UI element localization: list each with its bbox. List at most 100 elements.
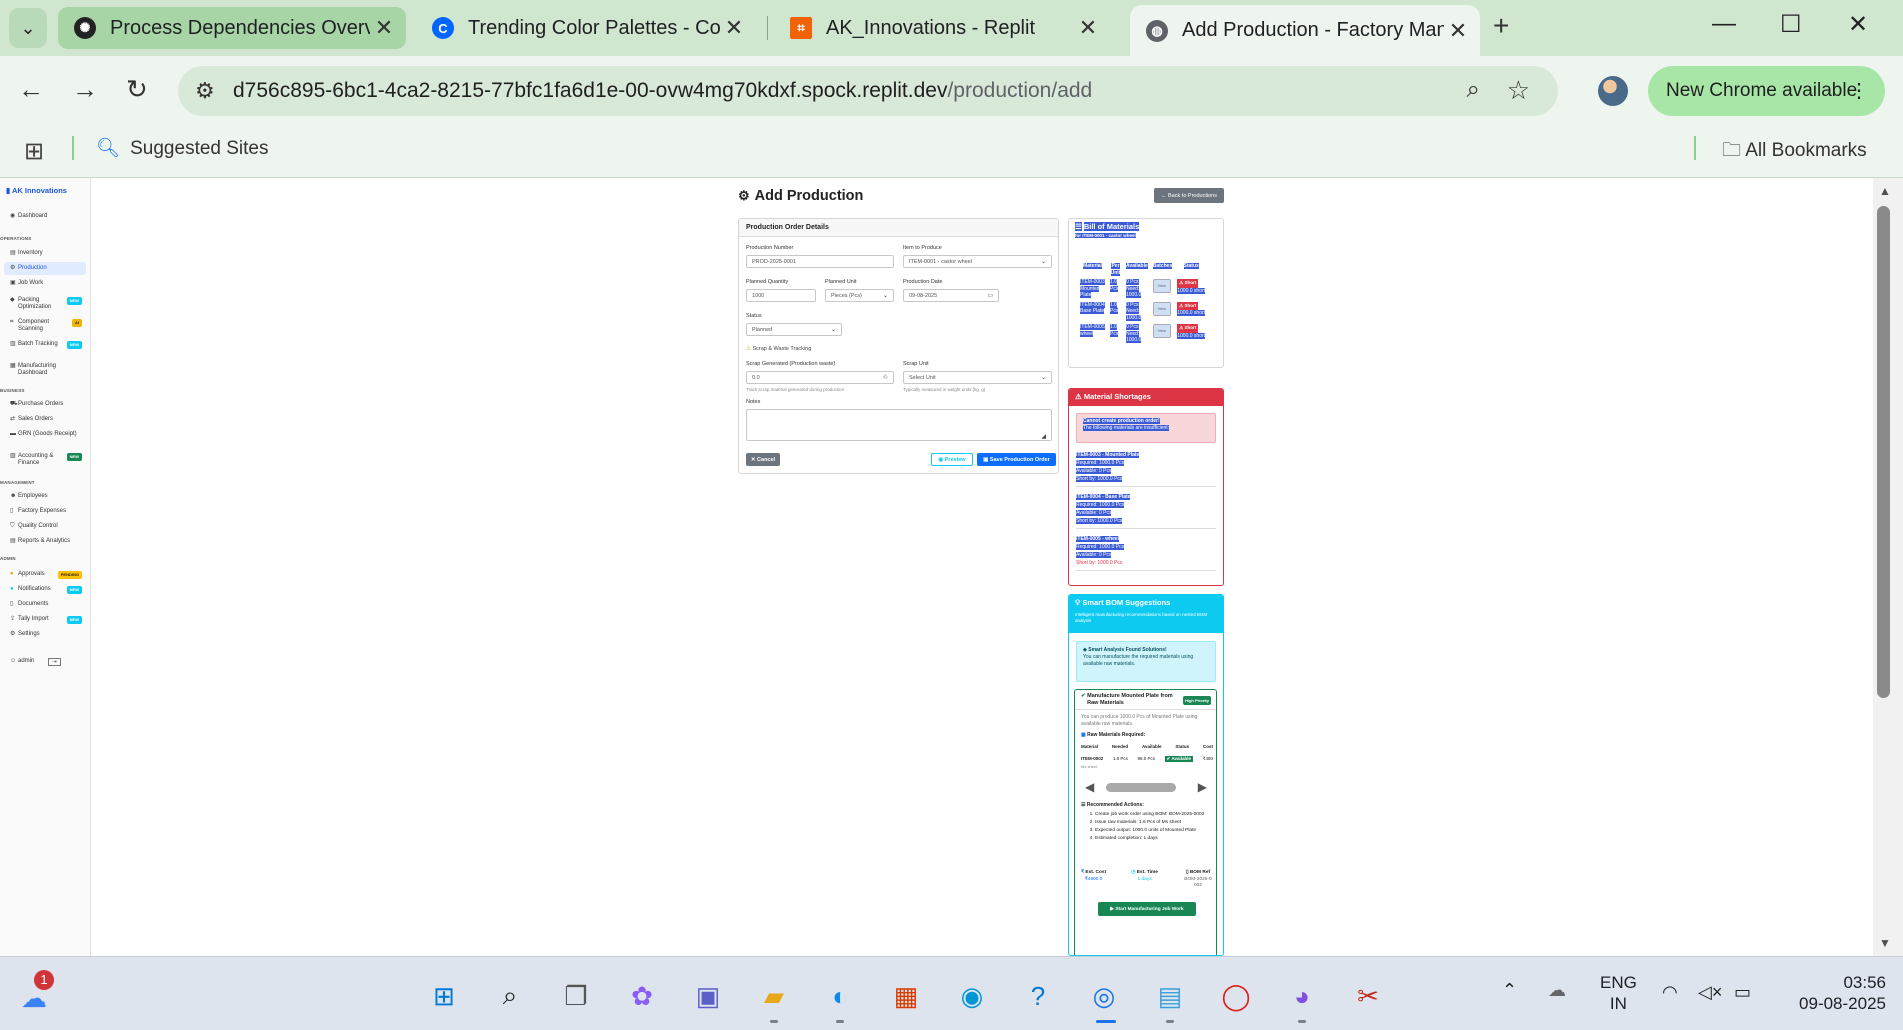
scrollbar-thumb[interactable]	[1106, 783, 1176, 792]
zoom-icon[interactable]: ⌕	[1467, 76, 1480, 104]
suggested-sites-bookmark[interactable]: 🔍︎ Suggested Sites	[96, 136, 269, 160]
scroll-right-icon[interactable]: ▶	[1198, 780, 1207, 794]
close-tab-icon[interactable]: ✕	[1444, 18, 1472, 44]
sidebar-item-component-scanning[interactable]: ⌗ Component Scanning AI	[4, 316, 86, 336]
get-help-icon[interactable]: ?	[1020, 978, 1056, 1014]
chevron-up-icon[interactable]: ⌃	[1502, 980, 1517, 1001]
close-window-icon[interactable]: ✕	[1848, 10, 1868, 39]
view-batches-button[interactable]: View	[1152, 301, 1171, 316]
task-view-icon[interactable]: ❐	[558, 978, 594, 1014]
sidebar-item-batch-tracking[interactable]: ▥ Batch Tracking NEW	[4, 338, 86, 352]
notes-textarea[interactable]: ◢	[746, 409, 1052, 441]
logout-icon[interactable]: ⇥	[48, 658, 61, 666]
github-desktop-icon[interactable]: ◕	[1284, 978, 1320, 1014]
opera-icon[interactable]: ◯	[1218, 978, 1254, 1014]
sidebar-item-reports[interactable]: ▤ Reports & Analytics	[4, 535, 86, 548]
sidebar-item-production[interactable]: ⚙ Production	[4, 262, 86, 275]
close-tab-icon[interactable]: ✕	[720, 15, 748, 41]
tab-coolors[interactable]: C Trending Color Palettes - Coolors ✕	[416, 7, 756, 49]
forward-arrow-icon[interactable]: →	[72, 74, 98, 105]
close-tab-icon[interactable]: ✕	[1074, 15, 1102, 41]
sidebar-item-packing-optimization[interactable]: ◆ Packing Optimization NEW	[4, 294, 86, 314]
sidebar-item-employees[interactable]: ☻ Employees	[4, 490, 86, 503]
sidebar-item-quality-control[interactable]: ⛉ Quality Control	[4, 520, 86, 533]
wifi-icon[interactable]: ◠	[1662, 982, 1678, 1003]
sidebar-item-sales-orders[interactable]: ⇄ Sales Orders	[4, 413, 86, 426]
search-icon[interactable]: ⌕	[492, 978, 528, 1014]
new-chrome-available-button[interactable]: New Chrome available ⋮	[1648, 66, 1885, 116]
new-tab-button[interactable]: +	[1493, 10, 1509, 42]
scrap-generated-input[interactable]: 0.0 ♲	[746, 371, 894, 384]
save-production-order-button[interactable]: ▣ Save Production Order	[977, 453, 1056, 466]
tab-process-dependencies[interactable]: ✺ Process Dependencies Overview ✕	[58, 7, 406, 49]
kebab-menu-icon[interactable]: ⋮	[1849, 78, 1869, 103]
sidebar-item-accounting[interactable]: ▧ Accounting & Finance NEW	[4, 450, 86, 470]
address-bar[interactable]: ⚙ d756c895-6bc1-4ca2-8215-77bfc1fa6d1e-0…	[178, 66, 1558, 116]
maximize-icon[interactable]: ☐	[1780, 10, 1802, 39]
calendar-icon[interactable]: ▭	[987, 292, 993, 299]
site-info-icon[interactable]: ⚙	[195, 78, 215, 104]
sidebar-item-approvals[interactable]: ● Approvals PENDING	[4, 568, 86, 582]
edge-icon[interactable]: ◐	[822, 978, 858, 1014]
sidebar-item-grn[interactable]: ▬ GRN (Goods Receipt)	[4, 428, 86, 441]
sidebar-item-admin-user[interactable]: ☺ admin ⇥	[4, 655, 86, 669]
preview-button[interactable]: ◉ Preview	[931, 453, 973, 466]
sidebar-item-documents[interactable]: ▯ Documents	[4, 598, 86, 611]
volume-muted-icon[interactable]: ◁×	[1698, 982, 1722, 1003]
sidebar-item-dashboard[interactable]: ◉ Dashboard	[4, 210, 86, 223]
minimize-icon[interactable]: —	[1712, 10, 1736, 38]
back-to-productions-button[interactable]: ← Back to Productions	[1154, 188, 1224, 203]
scrollbar-thumb[interactable]	[1877, 206, 1890, 698]
planned-unit-select[interactable]: Pieces (Pcs) ⌄	[825, 289, 894, 302]
sidebar-item-purchase-orders[interactable]: ⛟ Purchase Orders	[4, 398, 86, 411]
scroll-down-icon[interactable]: ▼	[1879, 936, 1891, 950]
bookmark-star-icon[interactable]: ☆	[1507, 75, 1530, 106]
scroll-up-icon[interactable]: ▲	[1879, 184, 1891, 198]
sidebar-item-factory-expenses[interactable]: ▯ Factory Expenses	[4, 505, 86, 518]
notepad-icon[interactable]: ▤	[1152, 978, 1188, 1014]
sidebar-item-job-work[interactable]: ▣ Job Work	[4, 277, 86, 290]
status-select[interactable]: Planned ⌄	[746, 323, 842, 336]
teams-icon[interactable]: ▣	[690, 978, 726, 1014]
back-arrow-icon[interactable]: ←	[18, 74, 44, 105]
item-select[interactable]: ITEM-0001 - castor wheel ⌄	[903, 255, 1052, 268]
language-indicator[interactable]: ENG IN	[1600, 972, 1637, 1014]
view-batches-button[interactable]: View	[1152, 324, 1171, 338]
tab-search-button[interactable]: ⌄	[9, 8, 47, 48]
tab-add-production[interactable]: ◍ Add Production - Factory Management ✕	[1130, 5, 1480, 56]
brand-logo[interactable]: ▮ AK Innovations	[6, 186, 67, 195]
profile-avatar[interactable]	[1598, 76, 1628, 106]
apps-grid-icon[interactable]: ⊞	[24, 137, 44, 166]
windows-start-icon[interactable]: ⊞	[426, 978, 462, 1014]
scrap-unit-select[interactable]: Select Unit ⌄	[903, 371, 1052, 384]
scroll-left-icon[interactable]: ◀	[1085, 780, 1094, 794]
chrome-icon[interactable]: ◎	[1086, 978, 1122, 1014]
sidebar-item-manufacturing-dashboard[interactable]: ▦ Manufacturing Dashboard	[4, 360, 86, 380]
tab-replit[interactable]: ⌗ AK_Innovations - Replit ✕	[774, 7, 1110, 49]
url-text[interactable]: d756c895-6bc1-4ca2-8215-77bfc1fa6d1e-00-…	[233, 79, 1092, 103]
cancel-button[interactable]: ✕ Cancel	[746, 453, 780, 466]
start-manufacturing-button[interactable]: ▶ Start Manufacturing Job Work	[1098, 902, 1196, 916]
planned-qty-input[interactable]: 1000	[746, 289, 816, 302]
onedrive-icon[interactable]: ☁	[1548, 980, 1566, 1001]
sidebar-item-settings[interactable]: ⚙ Settings	[4, 628, 86, 641]
horizontal-scrollbar[interactable]: ◀ ▶	[1081, 780, 1211, 794]
close-tab-icon[interactable]: ✕	[370, 15, 398, 41]
battery-icon[interactable]: ▭	[1734, 982, 1751, 1003]
file-explorer-icon[interactable]: ▰	[756, 978, 792, 1014]
copilot-icon[interactable]: ✿	[624, 978, 660, 1014]
reload-icon[interactable]: ↻	[126, 74, 148, 105]
production-date-input[interactable]: 09-08-2025 ▭	[903, 289, 999, 302]
sidebar-item-notifications[interactable]: ● Notifications NEW	[4, 583, 86, 597]
production-number-input[interactable]: PROD-2025-0001	[746, 255, 894, 268]
all-bookmarks-button[interactable]: 🗀 All Bookmarks	[1722, 136, 1867, 168]
sidebar-item-inventory[interactable]: ▤ Inventory	[4, 247, 86, 260]
hp-icon[interactable]: ◉	[954, 978, 990, 1014]
sidebar-item-tally-import[interactable]: ⇪ Tally Import NEW	[4, 613, 86, 627]
clock[interactable]: 03:56 09-08-2025	[1782, 972, 1886, 1014]
snipping-tool-icon[interactable]: ✂	[1350, 978, 1386, 1014]
vertical-scrollbar[interactable]: ▲ ▼	[1873, 178, 1903, 956]
microsoft-store-icon[interactable]: ▦	[888, 978, 924, 1014]
resize-handle-icon[interactable]: ◢	[1041, 433, 1046, 440]
view-batches-button[interactable]: View	[1152, 279, 1171, 293]
